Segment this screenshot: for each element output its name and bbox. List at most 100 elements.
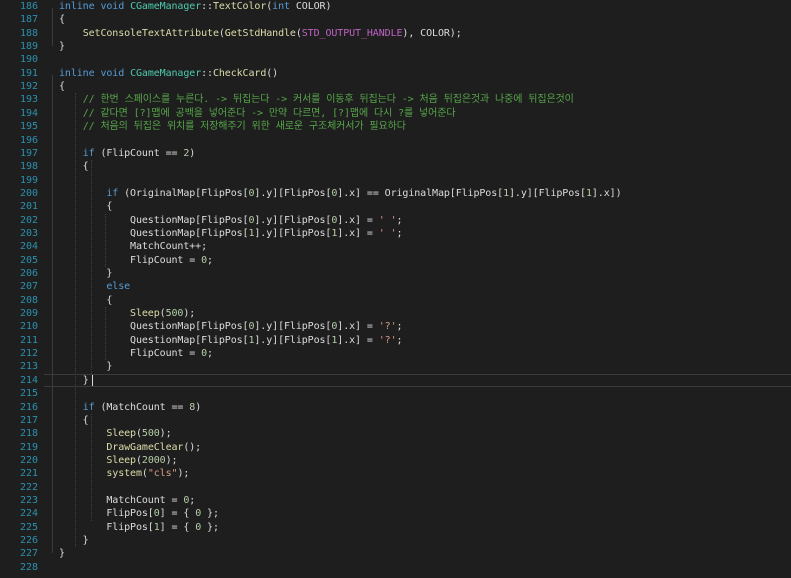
code-line[interactable]: // 한번 스페이스를 누른다. -> 뒤집는다 -> 커서를 이동후 뒤집는다… <box>44 93 791 106</box>
code-line[interactable]: Sleep(500); <box>44 427 791 440</box>
code-line[interactable] <box>44 53 791 66</box>
code-text: QuestionMap[FlipPos[0].y][FlipPos[0].x] … <box>59 214 402 227</box>
code-token: 500 <box>141 428 160 440</box>
code-token: ].y][FlipPos[ <box>509 187 586 199</box>
code-line[interactable]: { <box>44 414 791 427</box>
code-token: QuestionMap[FlipPos[ <box>59 321 249 333</box>
code-line[interactable]: else <box>44 280 791 293</box>
code-token: ].y][FlipPos[ <box>254 187 332 199</box>
code-token: ; <box>396 214 403 226</box>
line-number: 188 <box>19 27 38 39</box>
code-line[interactable] <box>44 134 791 147</box>
code-token: ].x] = <box>337 321 379 333</box>
code-line[interactable]: SetConsoleTextAttribute(GetStdHandle(STD… <box>44 27 791 40</box>
code-line[interactable]: QuestionMap[FlipPos[1].y][FlipPos[1].x] … <box>44 334 791 347</box>
indent-guide <box>90 160 92 374</box>
code-editor[interactable]: 186 187 188 189 190 191 192 193 194 195 196 197 198 1… <box>0 0 791 578</box>
code-line[interactable]: Sleep(500); <box>44 307 791 320</box>
code-text: } <box>59 267 112 280</box>
code-line[interactable]: { <box>44 80 791 93</box>
indent-guide <box>105 307 107 361</box>
code-token: (); <box>183 441 202 453</box>
code-line[interactable]: Sleep(2000); <box>44 454 791 467</box>
line-number: 201 <box>19 201 38 213</box>
fold-outline <box>52 8 53 47</box>
code-text: Sleep(500); <box>59 307 195 320</box>
indent-guide <box>74 93 76 548</box>
code-line[interactable]: FlipPos[0] = { 0 }; <box>44 507 791 520</box>
code-line[interactable]: } <box>44 547 791 560</box>
line-number: 222 <box>19 481 38 493</box>
line-number: 190 <box>19 54 38 66</box>
code-line[interactable]: } <box>44 374 791 387</box>
line-number: 213 <box>19 361 38 373</box>
code-area[interactable]: inline void CGameManager::TextColor(int … <box>44 0 791 578</box>
code-text: { <box>59 13 65 26</box>
code-text: // 같다면 [?]맵에 공백을 넣어준다 -> 만약 다르면, [?]맵에 다… <box>59 107 456 120</box>
line-number: 196 <box>19 134 38 146</box>
code-line[interactable]: // 같다면 [?]맵에 공백을 넣어준다 -> 만약 다르면, [?]맵에 다… <box>44 107 791 120</box>
code-line[interactable] <box>44 481 791 494</box>
code-token: CheckCard <box>212 67 267 79</box>
code-line[interactable] <box>44 561 791 574</box>
code-line[interactable]: QuestionMap[FlipPos[1].y][FlipPos[1].x] … <box>44 227 791 240</box>
code-line[interactable]: inline void CGameManager::TextColor(int … <box>44 0 791 13</box>
code-line[interactable]: FlipCount = 0; <box>44 347 791 360</box>
code-token: ; <box>396 321 403 333</box>
code-token: }; <box>201 508 219 520</box>
code-line[interactable]: MatchCount++; <box>44 240 791 253</box>
code-token: { <box>59 201 113 213</box>
code-token: Sleep <box>106 428 136 440</box>
code-line[interactable]: QuestionMap[FlipPos[0].y][FlipPos[0].x] … <box>44 214 791 227</box>
line-number: 217 <box>19 414 38 426</box>
code-line[interactable]: DrawGameClear(); <box>44 441 791 454</box>
code-token: } <box>59 361 113 373</box>
line-number: 194 <box>19 107 38 119</box>
code-line[interactable]: inline void CGameManager::CheckCard() <box>44 67 791 80</box>
code-line[interactable]: { <box>44 200 791 213</box>
code-line[interactable]: MatchCount = 0; <box>44 494 791 507</box>
code-line[interactable] <box>44 387 791 400</box>
line-number: 215 <box>19 388 38 400</box>
code-line[interactable]: if (MatchCount == 8) <box>44 401 791 414</box>
code-line[interactable]: } <box>44 360 791 373</box>
code-line[interactable]: } <box>44 267 791 280</box>
code-line[interactable]: // 처음의 뒤집은 위치를 저장해주기 위한 새로운 구조체커서가 필요하다 <box>44 120 791 133</box>
code-line[interactable]: { <box>44 13 791 26</box>
code-token: ); <box>177 468 190 480</box>
line-number: 198 <box>19 161 38 173</box>
code-line[interactable]: QuestionMap[FlipPos[0].y][FlipPos[0].x] … <box>44 320 791 333</box>
code-line[interactable]: FlipCount = 0; <box>44 254 791 267</box>
code-line[interactable]: system("cls"); <box>44 467 791 480</box>
line-number: 226 <box>19 535 38 546</box>
indent-guide <box>90 413 92 521</box>
code-token: ] = { <box>159 521 196 533</box>
code-token: ; <box>396 227 403 239</box>
code-token: if <box>82 401 101 413</box>
code-token: ) <box>189 147 196 159</box>
code-line[interactable]: if (FlipCount == 2) <box>44 147 791 160</box>
code-text: if (FlipCount == 2) <box>59 147 196 160</box>
code-token: DrawGameClear <box>106 441 184 453</box>
code-line[interactable]: if (OriginalMap[FlipPos[0].y][FlipPos[0]… <box>44 187 791 200</box>
code-token: ), COLOR); <box>402 27 462 39</box>
line-number: 211 <box>19 334 38 346</box>
code-line[interactable]: { <box>44 294 791 307</box>
code-token: CGameManager <box>130 67 202 79</box>
line-number: 192 <box>19 81 38 93</box>
code-line[interactable]: FlipPos[1] = { 0 }; <box>44 521 791 534</box>
code-line[interactable] <box>44 174 791 187</box>
code-token: QuestionMap[FlipPos[ <box>59 334 249 346</box>
code-line[interactable]: { <box>44 160 791 173</box>
code-text: inline void CGameManager::CheckCard() <box>59 67 278 80</box>
code-line[interactable]: } <box>44 534 791 547</box>
line-number: 227 <box>19 548 38 560</box>
code-token: } <box>59 535 89 546</box>
code-text: MatchCount++; <box>59 240 207 253</box>
code-line[interactable]: } <box>44 40 791 53</box>
